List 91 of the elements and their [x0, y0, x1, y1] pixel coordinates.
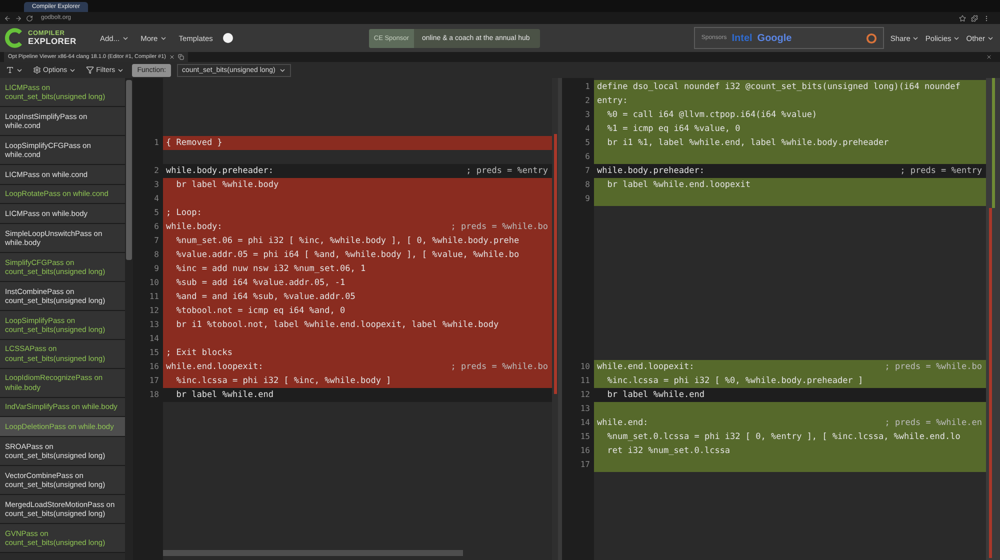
- font-icon: [6, 66, 14, 74]
- code-text: %num_set.0.lcssa = phi i32 [ 0, %entry ], [ %inc.lcssa, %while.end.lo: [606, 431, 960, 444]
- code-comment: ; preds = %while.bo: [450, 361, 548, 374]
- code-text: br i1 %1, label %while.end, label %while.body.preheader: [606, 137, 889, 150]
- code-comment: ; preds = %while.bo: [884, 361, 982, 374]
- code-text: br label %while.end.loopexit: [606, 179, 751, 192]
- forward-icon[interactable]: [15, 14, 22, 22]
- line-number: 10: [148, 277, 160, 289]
- line-number: 13: [579, 403, 591, 415]
- line-number: 5: [153, 207, 160, 219]
- line-number: 11: [148, 291, 160, 303]
- line-number: 13: [148, 319, 160, 331]
- code-comment: ; preds = %entry: [466, 165, 548, 178]
- scrollbar-thumb[interactable]: [126, 80, 132, 260]
- star-icon[interactable]: [959, 14, 966, 22]
- overview-ruler[interactable]: [986, 78, 1000, 560]
- close-icon[interactable]: [986, 54, 992, 60]
- line-number: 5: [584, 137, 591, 149]
- code-text: br label %while.body: [175, 179, 279, 192]
- scrollbar-thumb[interactable]: [163, 550, 463, 556]
- line-number: 11: [579, 375, 591, 387]
- line-number: 2: [584, 95, 591, 107]
- line-number: 17: [148, 375, 160, 387]
- code-text: %inc.lcssa = phi i32 [ %inc, %while.body ]: [175, 375, 392, 388]
- code-text: while.end.loopexit:: [597, 361, 694, 374]
- code-text: br i1 %tobool.not, label %while.end.loopexit, label %while.body: [175, 319, 499, 332]
- code-text: br label %while.end: [606, 389, 704, 402]
- line-number: 14: [148, 333, 160, 345]
- code-text: define dso_local noundef i32 @count_set_bits(unsigned long)(i64 noundef: [597, 81, 960, 94]
- caret-icon: [16, 66, 23, 74]
- code-text: %sub = add i64 %value.addr.05, -1: [175, 277, 346, 290]
- code-text: ret i32 %num_set.0.lcssa: [606, 445, 730, 458]
- line-number: 9: [153, 263, 160, 275]
- code-text: entry:: [597, 95, 628, 108]
- line-number: 1: [584, 81, 591, 93]
- code-text: ; Exit blocks: [166, 347, 233, 360]
- caret-icon: [279, 66, 286, 74]
- ring-icon[interactable]: [866, 32, 878, 44]
- line-number: 3: [584, 109, 591, 121]
- line-number: 2: [153, 165, 160, 177]
- line-number: 8: [153, 249, 160, 261]
- line-number: 10: [579, 361, 591, 373]
- line-number: 12: [148, 305, 160, 317]
- vertical-scrollbar[interactable]: [125, 78, 133, 560]
- code-text: %value.addr.05 = phi i64 [ %and, %while.body ], [ %value, %while.bo: [175, 249, 520, 262]
- code-text: while.end.loopexit:: [166, 361, 264, 374]
- caret-icon: [117, 66, 124, 74]
- code-comment: ; preds = %entry: [900, 165, 982, 178]
- close-icon[interactable]: [168, 54, 175, 60]
- code-text: %inc.lcssa = phi i32 [ %0, %while.body.preheader ]: [606, 375, 864, 388]
- settings-icon: [33, 66, 41, 74]
- line-number: 15: [579, 431, 591, 443]
- caret-icon: [69, 66, 76, 74]
- code-text: ; Loop:: [166, 207, 202, 220]
- back-icon[interactable]: [4, 14, 11, 22]
- code-text: %inc = add nuw nsw i32 %num_set.06, 1: [175, 263, 366, 276]
- code-comment: ; preds = %while.bo: [450, 221, 548, 234]
- code-text: %tobool.not = icmp eq i64 %and, 0: [175, 305, 346, 318]
- line-number: 9: [584, 193, 591, 205]
- line-number: 8: [584, 179, 591, 191]
- filter-icon: [86, 66, 94, 74]
- line-number: 16: [579, 445, 591, 457]
- duplicate-icon[interactable]: [178, 54, 184, 60]
- line-number: 1: [153, 137, 160, 149]
- code-text: %num_set.06 = phi i32 [ %inc, %while.body ], [ 0, %while.body.prehe: [175, 235, 520, 248]
- line-number: 18: [148, 389, 160, 401]
- code-text: br label %while.end: [175, 389, 274, 402]
- line-number: 6: [153, 221, 160, 233]
- code-text: %1 = icmp eq i64 %value, 0: [606, 123, 740, 136]
- line-number: 15: [148, 347, 160, 359]
- code-text: { Removed }: [166, 137, 222, 150]
- line-number: 17: [579, 459, 591, 471]
- line-number: 7: [584, 165, 591, 177]
- puzzle-icon[interactable]: [971, 14, 978, 22]
- line-number: 12: [579, 389, 591, 401]
- code-text: while.body.preheader:: [597, 165, 704, 178]
- line-number: 14: [579, 417, 591, 429]
- circle-icon[interactable]: [222, 33, 233, 43]
- line-number: 4: [584, 123, 591, 135]
- code-text: while.end:: [597, 417, 648, 430]
- code-text: %and = and i64 %sub, %value.addr.05: [175, 291, 356, 304]
- code-text: while.body.preheader:: [166, 165, 274, 178]
- line-number: 7: [153, 235, 160, 247]
- line-number: 3: [153, 179, 160, 191]
- reload-icon[interactable]: [26, 14, 33, 22]
- code-text: while.body:: [166, 221, 222, 234]
- line-number: 6: [584, 151, 591, 163]
- line-number: 16: [148, 361, 160, 373]
- code-text: %0 = call i64 @llvm.ctpop.i64(i64 %value): [606, 109, 818, 122]
- code-comment: ; preds = %while.en: [884, 417, 982, 430]
- line-number: 4: [153, 193, 160, 205]
